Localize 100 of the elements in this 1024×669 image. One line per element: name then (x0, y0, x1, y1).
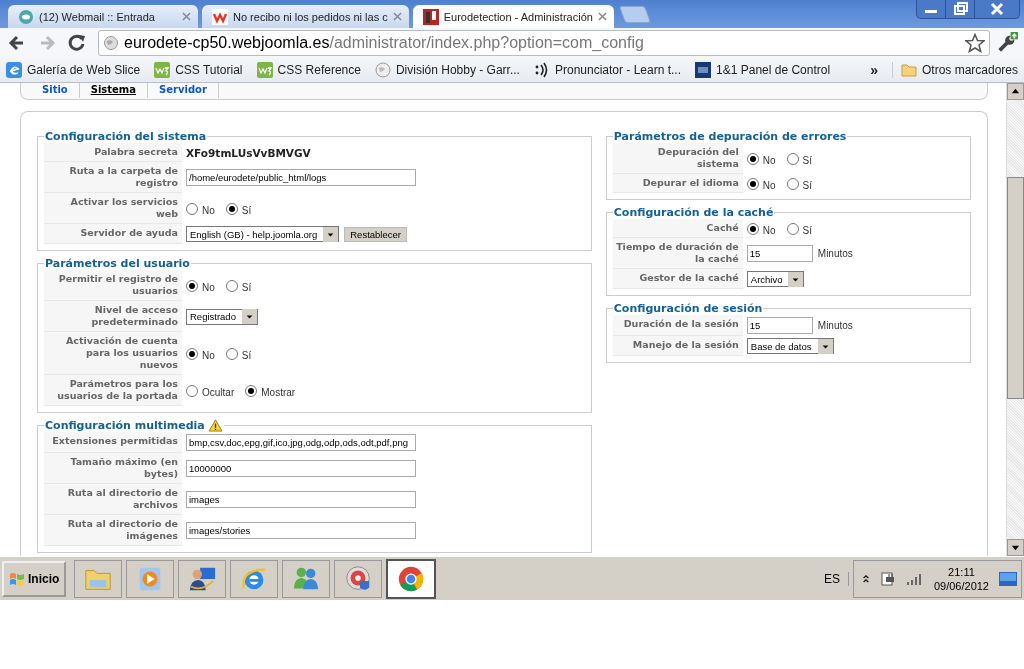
bookmark[interactable]: CSS Tutorial (154, 61, 243, 78)
clock[interactable]: 21:11 09/06/2012 (933, 564, 989, 593)
text-field[interactable]: images (186, 491, 416, 508)
radio-option[interactable]: Sí (786, 151, 813, 166)
browser-tab[interactable]: Eurodetection - Administración (412, 5, 614, 28)
close-icon[interactable] (597, 12, 607, 21)
field-label: Tamaño máximo (en bytes) (70, 456, 178, 479)
unit-label: Minutos (817, 248, 853, 259)
radio-option[interactable]: Sí (786, 221, 813, 236)
scrollbar[interactable] (1006, 83, 1024, 556)
folder-icon (900, 61, 917, 78)
browser-tab[interactable]: (12) Webmail :: Entrada (8, 5, 198, 28)
section-title: Parámetros de depuración de errores (613, 130, 847, 143)
square-logo-icon (695, 61, 712, 78)
settings-tab[interactable]: Servidor (148, 83, 219, 98)
field-label: Gestor de la caché (639, 272, 739, 283)
field-label: Ruta al directorio de archivos (67, 487, 178, 510)
field-label: Permitir el registro de usuarios (58, 273, 178, 296)
field-value: XFo9tmLUsVvBMVGV (186, 146, 311, 159)
text-field[interactable]: 15 (746, 245, 813, 262)
dropdown[interactable]: Registrado (186, 308, 258, 325)
power-plug-icon[interactable] (879, 570, 896, 587)
wrench-icon[interactable] (996, 31, 1018, 54)
mail-icon (18, 8, 34, 25)
flag-icon (9, 570, 25, 587)
text-field[interactable]: 10000000 (186, 460, 416, 477)
bookmark[interactable]: 1&1 Panel de Control (695, 61, 831, 78)
dropdown[interactable]: Archivo (746, 271, 805, 287)
star-icon[interactable] (965, 32, 985, 53)
taskbar-app[interactable] (178, 559, 227, 598)
taskbar-app[interactable] (386, 558, 437, 599)
chevron-up-icon[interactable] (861, 573, 870, 584)
field-label: Nivel de acceso predeterminado (91, 304, 178, 327)
field-label: Manejo de la sesión (632, 339, 739, 350)
field-label: Ruta al directorio de imágenes (67, 518, 178, 541)
dropdown[interactable]: Base de datos (746, 338, 834, 354)
text-field[interactable]: /home/eurodete/public_html/logs (186, 169, 416, 186)
field-label: Activar los servicios web (70, 196, 178, 219)
radio-option[interactable]: Sí (225, 346, 252, 361)
logo-icon (212, 8, 228, 25)
bookmark[interactable]: Galería de Web Slice (6, 61, 141, 78)
field-label: Duración de la sesión (623, 318, 739, 329)
section-title: Configuración de la caché (613, 206, 774, 219)
field-label: Caché (706, 222, 739, 233)
radio-option[interactable]: No (746, 221, 776, 236)
radio-option[interactable]: Sí (225, 278, 252, 293)
reset-button[interactable]: Restablecer (344, 226, 407, 242)
field-label: Palabra secreta (94, 146, 178, 157)
field-label: Servidor de ayuda (80, 227, 178, 238)
radio-option[interactable]: No (186, 278, 215, 293)
settings-tab[interactable]: Sistema (79, 83, 149, 98)
new-tab-button[interactable] (618, 6, 651, 23)
radio-option[interactable]: Sí (225, 201, 252, 216)
field-label: Depurar el idioma (642, 177, 739, 188)
wave-icon (256, 61, 273, 78)
reload-icon[interactable] (67, 32, 87, 53)
show-desktop-icon[interactable] (999, 571, 1017, 586)
scroll-down-icon[interactable] (1011, 543, 1020, 552)
radio-option[interactable]: No (746, 176, 776, 191)
field-label: Tiempo de duración de la caché (616, 241, 739, 264)
wave-icon (154, 61, 171, 78)
bookmark[interactable]: División Hobby - Garr... (374, 61, 520, 78)
section-title: Parámetros del usuario (45, 257, 190, 270)
swirl-icon (6, 61, 22, 78)
field-label: Activación de cuenta para los usuarios nuevos (66, 335, 178, 370)
close-icon[interactable] (392, 12, 402, 21)
browser-tab[interactable]: No recibo ni los pedidos ni las c (202, 5, 409, 28)
field-label: Ruta a la carpeta de registro (69, 165, 178, 188)
close-icon[interactable] (182, 12, 191, 21)
bookmark-folder[interactable]: Otros marcadores (891, 61, 1018, 78)
text-field[interactable]: bmp,csv,doc,epg,gif,ico,jpg,odg,odp,ods,odt,pdf,png (186, 434, 416, 451)
field-label: Extensiones permitidas (52, 435, 178, 446)
field-label: Depuración del sistema (657, 146, 739, 169)
globe-icon (103, 34, 119, 51)
field-label: Parámetros para los usuarios de la portada (57, 378, 178, 401)
language-indicator[interactable]: ES (815, 571, 849, 586)
bookmark[interactable]: Pronunciator - Learn t... (533, 61, 682, 78)
radio-option[interactable]: No (746, 151, 776, 166)
more-bookmarks-button[interactable]: » (870, 61, 878, 78)
bookmark[interactable]: CSS Reference (256, 61, 361, 78)
section-title: Configuración de sesión (613, 302, 763, 315)
taskbar-app[interactable] (334, 559, 383, 598)
start-button[interactable]: Inicio (2, 560, 67, 597)
logo-icon (422, 8, 439, 25)
unit-label: Minutos (817, 320, 853, 331)
sound-waves-icon (533, 61, 550, 78)
text-field[interactable]: 15 (746, 317, 813, 334)
globe-icon (374, 61, 391, 78)
scroll-up-icon[interactable] (1011, 87, 1020, 96)
dropdown[interactable]: English (GB) - help.joomla.org (186, 226, 340, 242)
radio-option[interactable]: No (186, 346, 215, 361)
radio-option[interactable]: Sí (786, 176, 813, 191)
text-field[interactable]: images/stories (186, 522, 416, 539)
signal-bars-icon[interactable] (905, 571, 924, 586)
settings-tab[interactable]: Sitio (31, 83, 80, 98)
radio-option[interactable]: No (186, 201, 215, 216)
section-title: Configuración multimedia (45, 419, 205, 432)
radio-option[interactable]: Mostrar (245, 383, 296, 398)
address-bar[interactable]: eurodete-cp50.webjoomla.es/administrator/index.php?option=com_config (98, 29, 990, 56)
radio-option[interactable]: Ocultar (186, 383, 235, 398)
